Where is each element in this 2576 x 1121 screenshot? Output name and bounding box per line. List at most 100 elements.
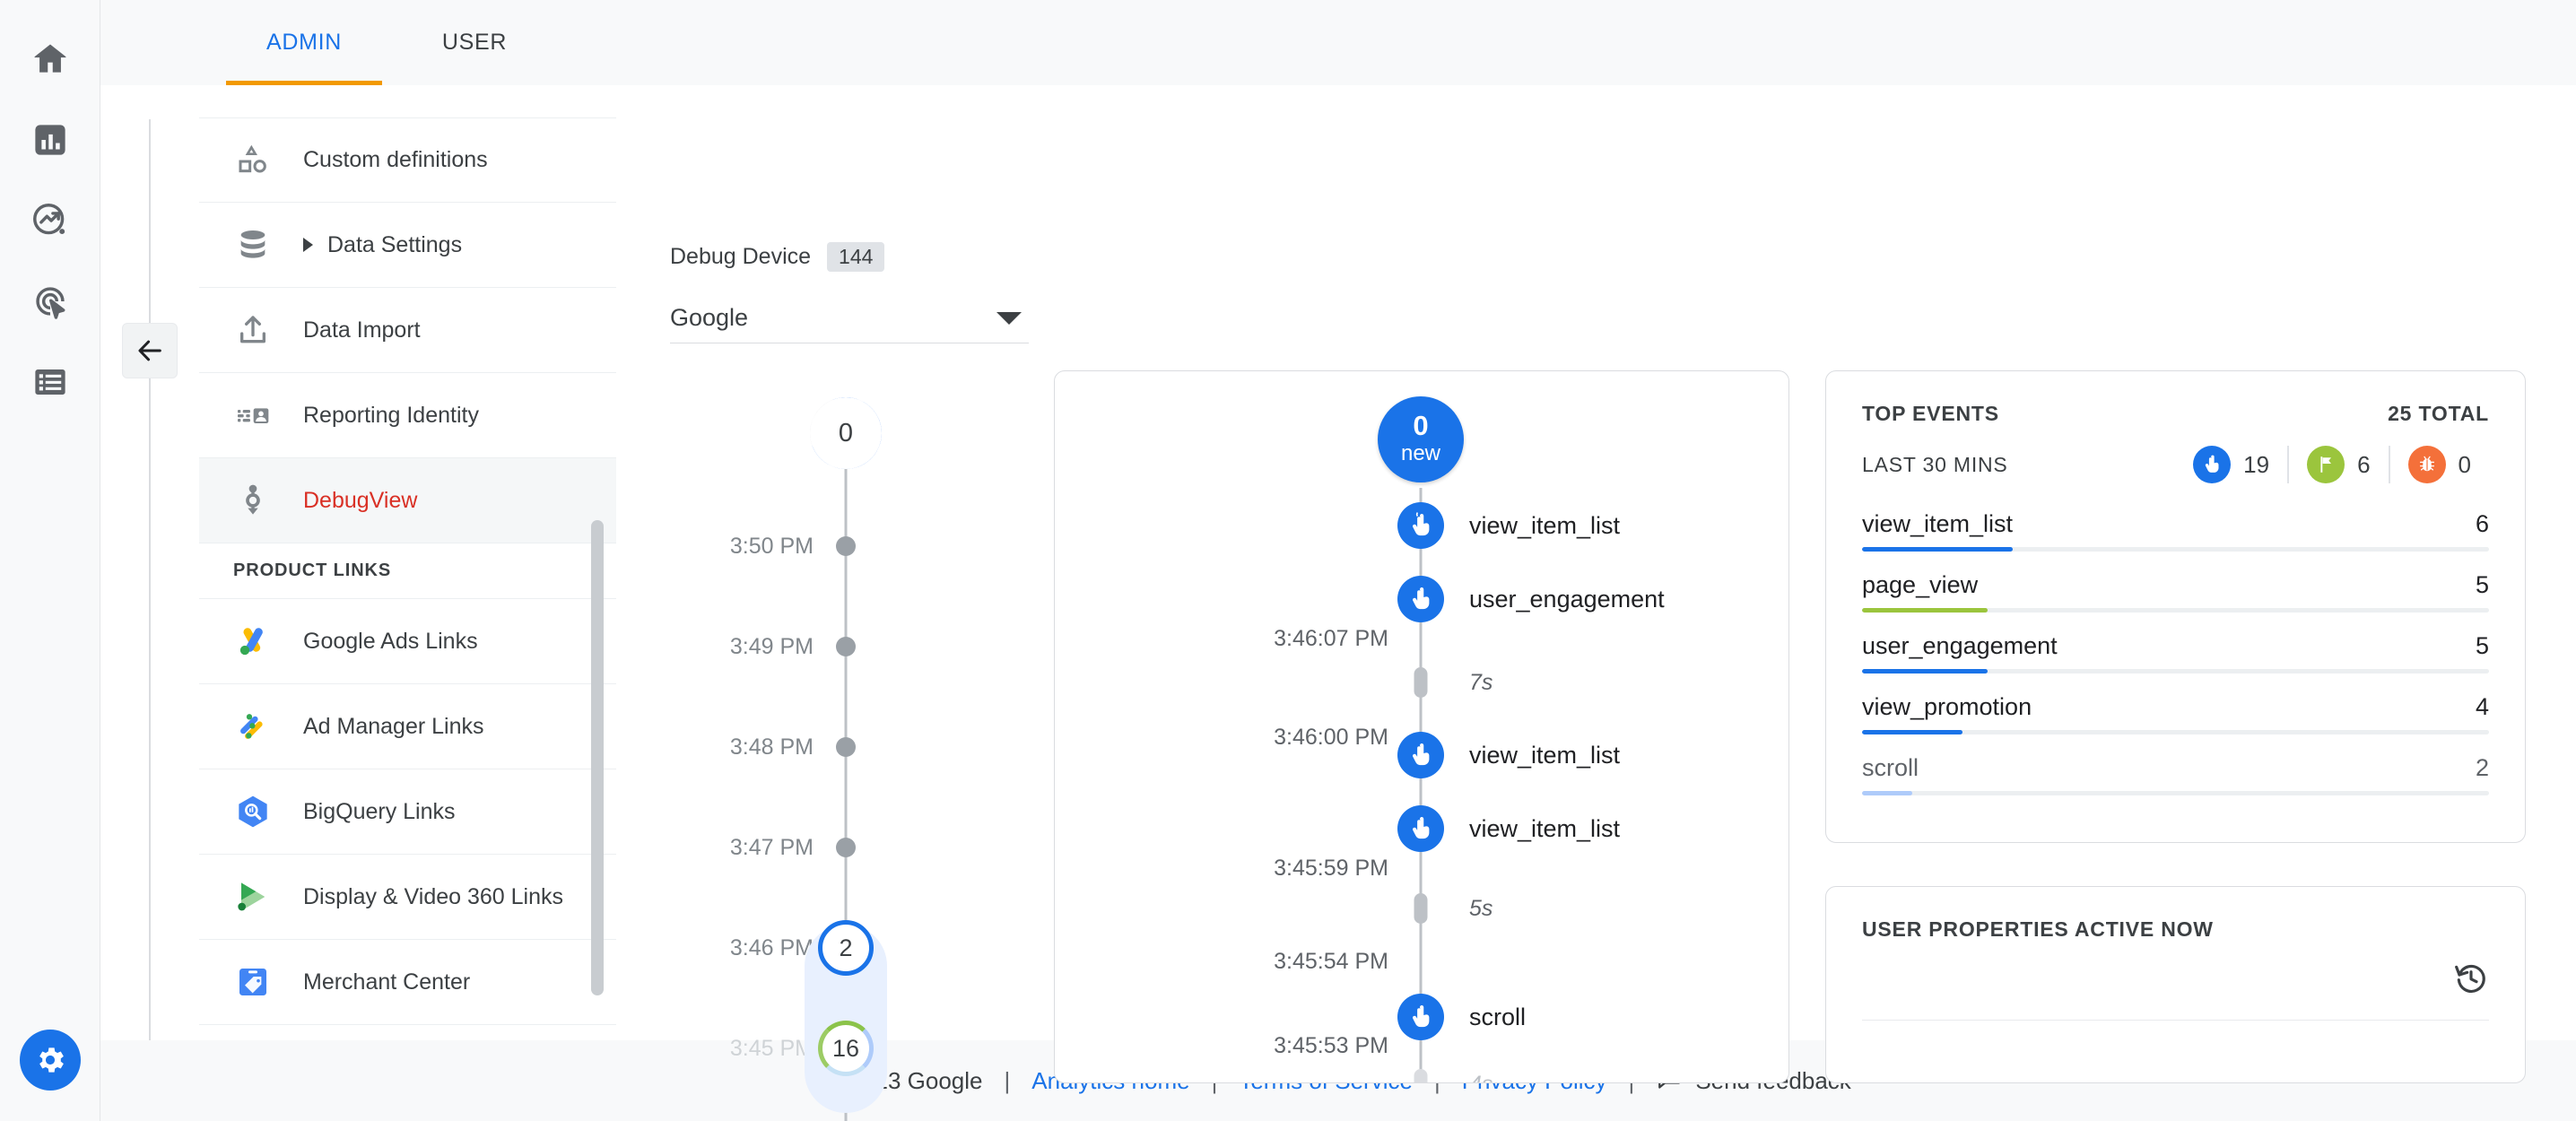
bug-icon [2407,446,2446,483]
timeline-row[interactable]: 3:48 PM [670,729,1047,765]
event-row[interactable]: view_item_list [1055,732,1788,778]
debug-device-selected-value: Google [670,304,749,331]
ad-manager-icon [233,707,273,746]
upload-icon [233,310,273,350]
top-event-row[interactable]: scroll 2 [1862,754,2489,795]
gear-icon[interactable] [20,1030,81,1091]
touch-icon [2193,446,2232,483]
top-event-bar-fill [1862,608,1988,613]
bigquery-icon [233,792,273,831]
gap-duration: 4s [1469,1072,1493,1083]
sidebar-item-custom-definitions[interactable]: Custom definitions [199,117,616,203]
collapse-nav-button[interactable] [122,323,178,378]
google-ads-icon [233,621,273,661]
tabbar: ADMIN USER [100,0,2576,85]
gap-pill [1414,667,1428,698]
legend-item-errors[interactable]: 0 [2388,446,2489,483]
event-timestamp: 3:46:07 PM [1274,625,1388,651]
touch-icon [1397,502,1444,549]
top-event-name: scroll [1862,754,1919,781]
event-gap-row: 4s [1055,1069,1788,1083]
timeline-minute-bubble[interactable]: 2 [818,920,874,976]
new-events-bubble[interactable]: 0 new [1378,396,1464,482]
event-name: view_item_list [1469,741,1621,769]
top-event-row[interactable]: view_item_list 6 [1862,510,2489,552]
touch-icon [1397,576,1444,622]
sidebar-item-label: Reporting Identity [303,402,479,428]
timeline-time-label: 3:45 PM [729,1035,814,1061]
database-icon [233,225,273,265]
list-icon[interactable] [20,352,81,413]
timeline-top-count: 0 [810,397,882,469]
legend-item-conversions[interactable]: 6 [2287,446,2388,483]
chevron-right-icon[interactable] [303,238,313,252]
legend-value: 19 [2243,450,2270,478]
target-cursor-icon[interactable] [20,271,81,332]
touch-icon [1397,994,1444,1040]
event-timestamp: 3:45:54 PM [1274,948,1388,974]
timeline-row[interactable]: 3:50 PM [670,528,1047,564]
event-name: view_item_list [1469,814,1621,842]
legend-item-events[interactable]: 19 [2193,446,2287,483]
sidebar-item-label: BigQuery Links [303,798,456,824]
top-event-row[interactable]: user_engagement 5 [1862,632,2489,673]
event-name: view_item_list [1469,511,1621,539]
event-timestamp: 3:45:53 PM [1274,1032,1388,1058]
sidebar-item-google-ads-links[interactable]: Google Ads Links [199,599,616,684]
sidebar-item-merchant-center[interactable]: Merchant Center [199,940,616,1025]
sidebar-item-reporting-identity[interactable]: Reporting Identity [199,373,616,458]
top-event-count: 6 [2475,510,2489,537]
timeline-row[interactable]: 3:49 PM [670,629,1047,665]
tab-admin-label: ADMIN [265,30,343,55]
debug-device-select[interactable]: Google [670,293,1029,343]
content-body: Custom definitions Data Settings Data Im… [100,85,2576,1121]
top-event-name: page_view [1862,571,1979,598]
debug-pin-icon [233,481,273,520]
timeline-dot [836,637,856,656]
explore-icon[interactable] [20,190,81,251]
display-video-360-icon [233,877,273,917]
tab-admin[interactable]: ADMIN [219,0,389,85]
sidebar-item-label: Data Settings [327,231,463,257]
event-time-row: 3:45:54 PM [1055,938,1788,985]
sidebar-item-display-video-360-links[interactable]: Display & Video 360 Links [199,855,616,940]
debugview-page: ADMIN USER Custom definitions Data Setti… [0,0,2576,1121]
event-stream-inner: 0 new view_item_list user_engagement 3:4… [1055,371,1788,1082]
top-event-row[interactable]: page_view 5 [1862,571,2489,613]
event-stream-card: 0 new view_item_list user_engagement 3:4… [1054,370,1789,1083]
top-event-row[interactable]: view_promotion 4 [1862,693,2489,734]
sidebar-item-data-import[interactable]: Data Import [199,288,616,373]
bar-chart-icon[interactable] [20,109,81,170]
debug-device-count-badge: 144 [827,242,885,272]
top-event-name: view_item_list [1862,510,2014,537]
user-properties-divider [1862,1020,2489,1021]
sidebar-item-label: DebugView [303,487,418,513]
admin-nav: Custom definitions Data Settings Data Im… [199,85,616,1040]
debug-device-column: Debug Device 144 Google 0 3:50 PM 3:49 P… [616,85,1047,1121]
timeline-dot [836,838,856,857]
timeline-row[interactable]: 3:46 PM 2 [670,920,1047,976]
sidebar-item-ad-manager-links[interactable]: Ad Manager Links [199,684,616,769]
sidebar-item-bigquery-links[interactable]: BigQuery Links [199,769,616,855]
history-icon[interactable] [2453,960,2489,1001]
sidebar-item-label: Merchant Center [303,969,471,995]
top-events-title: TOP EVENTS [1862,402,1999,425]
merchant-center-icon [233,962,273,1002]
nav-scrollbar[interactable] [591,520,604,995]
new-events-label: new [1400,441,1441,466]
event-row[interactable]: view_item_list [1055,502,1788,549]
event-gap-row: 5s [1055,893,1788,924]
identity-card-icon [233,395,273,435]
sidebar-item-data-settings[interactable]: Data Settings [199,203,616,288]
home-icon[interactable] [20,29,81,90]
minute-timeline: 0 3:50 PM 3:49 PM 3:48 PM 3:47 PM 3:46 P… [670,386,1047,1121]
timeline-row[interactable]: 3:47 PM [670,830,1047,865]
nav-divider-column [100,85,199,1040]
timeline-dot [836,536,856,556]
top-event-bar-track [1862,669,2489,673]
tab-user[interactable]: USER [389,0,560,85]
sidebar-item-debugview[interactable]: DebugView [199,458,616,543]
timeline-row[interactable]: 3:45 PM 16 [670,1021,1047,1076]
timeline-minute-bubble[interactable]: 16 [818,1021,874,1076]
main-area: ADMIN USER Custom definitions Data Setti… [100,0,2576,1121]
